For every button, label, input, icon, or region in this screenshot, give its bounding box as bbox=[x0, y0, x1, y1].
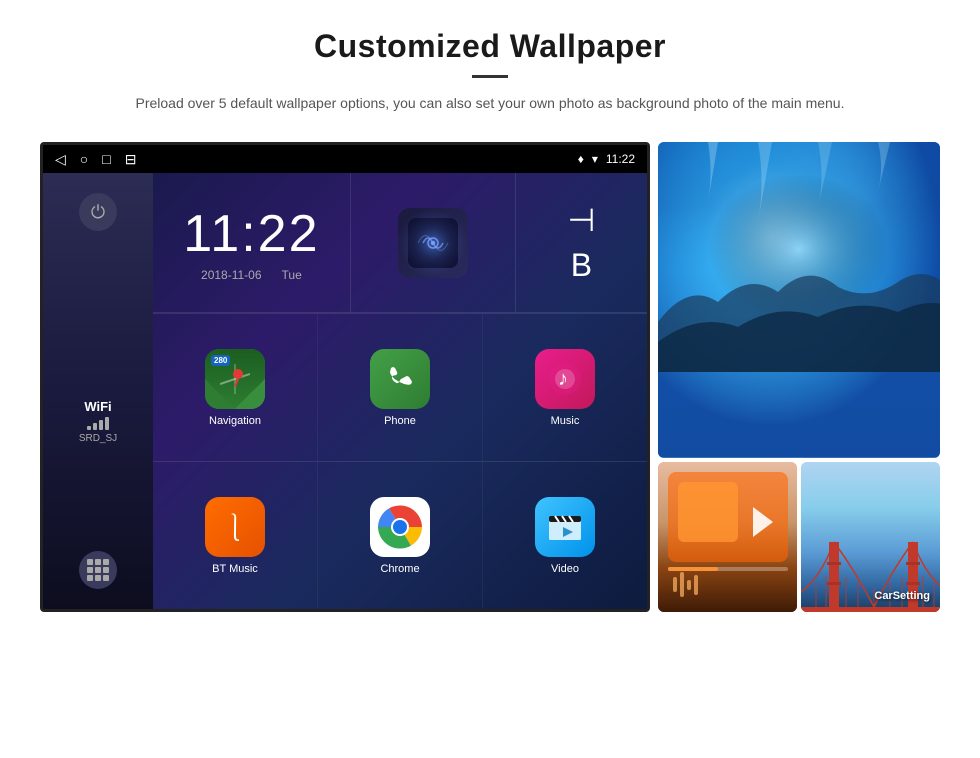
android-screen: ◁ ○ □ ⊟ ♦ ▾ 11:22 ⏻ WiFi bbox=[40, 142, 650, 612]
home-icon: ○ bbox=[80, 151, 88, 167]
page-header: Customized Wallpaper Preload over 5 defa… bbox=[0, 0, 980, 132]
app-phone[interactable]: Phone bbox=[318, 314, 483, 461]
left-sidebar: ⏻ WiFi SRD_SJ bbox=[43, 173, 153, 609]
main-content: ◁ ○ □ ⊟ ♦ ▾ 11:22 ⏻ WiFi bbox=[0, 142, 980, 612]
wallpaper-panel: CarSetting bbox=[650, 142, 940, 612]
apps-grid-icon bbox=[87, 559, 109, 581]
music-svg: ♪ bbox=[548, 362, 582, 396]
clock-time: 11:22 bbox=[183, 204, 319, 264]
wallpaper-ice-cave[interactable] bbox=[658, 142, 940, 457]
chrome-icon bbox=[370, 497, 430, 557]
wifi-bar-4 bbox=[105, 417, 109, 430]
bluetooth-symbol: ⎱ bbox=[221, 507, 249, 547]
page-title: Customized Wallpaper bbox=[100, 28, 880, 65]
navigation-label: Navigation bbox=[209, 415, 261, 427]
apps-button[interactable] bbox=[79, 551, 117, 589]
wifi-bars bbox=[79, 417, 117, 430]
page-description: Preload over 5 default wallpaper options… bbox=[100, 92, 880, 114]
btmusic-label: BT Music bbox=[212, 563, 258, 575]
status-bar-left: ◁ ○ □ ⊟ bbox=[55, 151, 136, 168]
wallpaper-bottom-row: CarSetting bbox=[658, 462, 940, 613]
clock-widget: 11:22 2018-11-06 Tue bbox=[153, 173, 351, 312]
kb-widget: ⊣ B bbox=[516, 173, 647, 312]
title-divider bbox=[472, 75, 508, 78]
clock-day: Tue bbox=[282, 268, 302, 282]
app-btmusic[interactable]: ⎱ BT Music bbox=[153, 462, 318, 609]
radio-icon bbox=[398, 208, 468, 278]
power-button[interactable]: ⏻ bbox=[79, 193, 117, 231]
wallpaper-golden-gate[interactable]: CarSetting bbox=[801, 462, 940, 613]
phone-icon bbox=[370, 349, 430, 409]
recent-icon: □ bbox=[102, 151, 110, 167]
status-bar-right: ♦ ▾ 11:22 bbox=[578, 152, 635, 166]
svg-text:♪: ♪ bbox=[558, 368, 568, 390]
status-time: 11:22 bbox=[606, 152, 635, 166]
chrome-svg bbox=[376, 503, 424, 551]
navigation-icon: 280 bbox=[205, 349, 265, 409]
wifi-label: WiFi bbox=[79, 399, 117, 414]
b-icon: B bbox=[571, 247, 592, 284]
wallpaper-bottom-left[interactable] bbox=[658, 462, 797, 613]
back-icon: ◁ bbox=[55, 151, 66, 168]
status-bar: ◁ ○ □ ⊟ ♦ ▾ 11:22 bbox=[43, 145, 647, 173]
wifi-bar-3 bbox=[99, 420, 103, 430]
nav-svg bbox=[220, 364, 250, 394]
location-icon: ♦ bbox=[578, 152, 584, 166]
wifi-bar-1 bbox=[87, 426, 91, 430]
k-icon: ⊣ bbox=[567, 201, 595, 239]
app-chrome[interactable]: Chrome bbox=[318, 462, 483, 609]
app-row-1: 280 Navigat bbox=[153, 313, 647, 461]
signal-icon: ▾ bbox=[592, 152, 598, 166]
wifi-bar-2 bbox=[93, 423, 97, 430]
wifi-info: WiFi SRD_SJ bbox=[79, 399, 117, 444]
clock-date-value: 2018-11-06 bbox=[201, 268, 262, 282]
top-row: 11:22 2018-11-06 Tue bbox=[153, 173, 647, 313]
ice-formations bbox=[658, 142, 940, 457]
btmusic-icon: ⎱ bbox=[205, 497, 265, 557]
screenshot-icon: ⊟ bbox=[125, 151, 137, 168]
clock-date: 2018-11-06 Tue bbox=[201, 268, 302, 282]
video-icon bbox=[535, 497, 595, 557]
car-setting-label: CarSetting bbox=[874, 590, 930, 602]
wifi-name: SRD_SJ bbox=[79, 433, 117, 444]
app-video[interactable]: Video bbox=[483, 462, 647, 609]
video-label: Video bbox=[551, 563, 579, 575]
chrome-label: Chrome bbox=[380, 563, 419, 575]
app-music[interactable]: ♪ Music bbox=[483, 314, 647, 461]
bottom-left-svg bbox=[658, 462, 797, 613]
screen-body: ⏻ WiFi SRD_SJ bbox=[43, 173, 647, 609]
app-navigation[interactable]: 280 Navigat bbox=[153, 314, 318, 461]
phone-label: Phone bbox=[384, 415, 416, 427]
screen-main: 11:22 2018-11-06 Tue bbox=[153, 173, 647, 609]
app-row-2: ⎱ BT Music bbox=[153, 461, 647, 609]
radio-widget[interactable] bbox=[351, 173, 516, 312]
music-label: Music bbox=[551, 415, 580, 427]
radio-svg bbox=[408, 218, 458, 268]
music-icon: ♪ bbox=[535, 349, 595, 409]
video-svg bbox=[545, 510, 585, 544]
phone-svg bbox=[383, 362, 417, 396]
